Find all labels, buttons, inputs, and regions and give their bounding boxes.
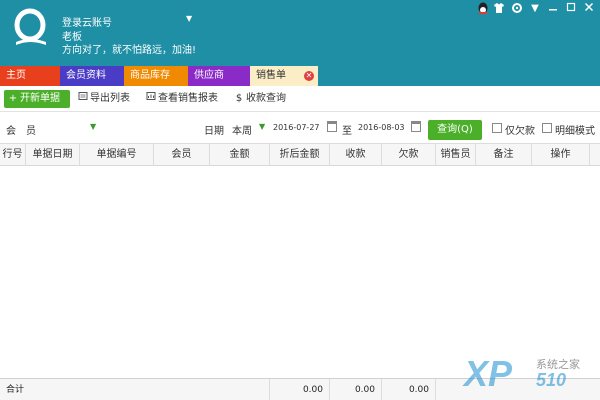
tab-members[interactable]: 会员资料 — [60, 66, 124, 86]
period-select[interactable]: 本周 — [232, 122, 252, 137]
export-list-button[interactable]: 导出列表 — [78, 90, 130, 108]
calendar-icon[interactable] — [327, 121, 337, 132]
column-header[interactable]: 欠款 — [382, 144, 436, 166]
view-report-button[interactable]: 查看销售报表 — [146, 90, 218, 108]
column-header[interactable]: 行号 — [0, 144, 26, 166]
table-body[interactable] — [0, 166, 600, 378]
owed-only-label: 仅欠款 — [505, 126, 535, 137]
account-dropdown-icon[interactable]: ▼ — [186, 14, 192, 23]
owed-total: 0.00 — [382, 379, 436, 400]
export-list-label: 导出列表 — [90, 93, 130, 104]
detail-mode-checkbox[interactable] — [542, 123, 552, 133]
column-header[interactable]: 金额 — [210, 144, 270, 166]
column-header[interactable]: 操作 — [532, 144, 590, 166]
member-label: 会 员 — [6, 126, 36, 137]
export-icon — [78, 90, 88, 108]
app-logo — [14, 8, 46, 45]
cloud-login-link[interactable]: 登录云账号 — [62, 14, 112, 29]
tab-bar: 主页 会员资料 商品库存 供应商 销售单 ✕ — [0, 64, 600, 86]
column-header[interactable]: 收款 — [330, 144, 382, 166]
period-dropdown-icon[interactable]: ▼ — [259, 122, 265, 131]
tab-sales-order[interactable]: 销售单 ✕ — [250, 66, 318, 86]
member-dropdown-icon[interactable]: ▼ — [90, 122, 96, 131]
toolbar: + 开新单据 导出列表 查看销售报表 $ 收款查询 — [0, 86, 600, 112]
tab-close-icon[interactable]: ✕ — [304, 71, 314, 81]
settings-icon[interactable] — [510, 2, 524, 16]
tab-suppliers[interactable]: 供应商 — [188, 66, 250, 86]
column-header[interactable]: 单据日期 — [26, 144, 80, 166]
view-report-label: 查看销售报表 — [158, 93, 218, 104]
query-button[interactable]: 查询(Q) — [428, 120, 482, 140]
minimize-icon[interactable] — [546, 2, 560, 16]
menu-dropdown-icon[interactable]: ▼ — [528, 2, 542, 16]
shirt-icon[interactable] — [492, 2, 506, 16]
discounted-total: 0.00 — [270, 379, 330, 400]
watermark-site-name: 系统之家 — [536, 357, 580, 371]
received-total: 0.00 — [330, 379, 382, 400]
collect-query-label: 收款查询 — [246, 93, 286, 104]
new-order-button[interactable]: + 开新单据 — [4, 90, 70, 108]
collect-query-button[interactable]: $ 收款查询 — [234, 90, 286, 108]
dollar-icon: $ — [235, 93, 243, 104]
site-watermark: XP 系统之家 510 — [462, 353, 580, 394]
owed-only-checkbox[interactable] — [492, 123, 502, 133]
calendar-icon[interactable] — [411, 121, 421, 132]
table-header: 行号 单据日期 单据编号 会员 金额 折后金额 收款 欠款 销售员 备注 操作 — [0, 144, 600, 166]
report-icon — [146, 90, 156, 108]
column-header[interactable]: 折后金额 — [270, 144, 330, 166]
watermark-site-num: 510 — [536, 370, 566, 390]
app-header: 登录云账号 ▼ 老板 方向对了，就不怕路远，加油! ▼ — [0, 0, 600, 64]
filter-bar: 会 员 ▼ 日期 本周 ▼ 2016-07-27 至 2016-08-03 查询… — [0, 112, 600, 144]
column-header[interactable]: 销售员 — [436, 144, 476, 166]
detail-mode-label: 明细模式 — [555, 126, 595, 137]
column-header[interactable]: 会员 — [154, 144, 210, 166]
maximize-icon[interactable] — [564, 2, 578, 16]
plus-icon: + — [8, 93, 18, 104]
total-label: 合计 — [0, 379, 270, 400]
slogan-text: 方向对了，就不怕路远，加油! — [62, 45, 197, 56]
date-label: 日期 — [204, 126, 224, 137]
tab-sales-order-label: 销售单 — [256, 70, 286, 81]
date-to-input[interactable]: 2016-08-03 — [358, 123, 405, 132]
to-label: 至 — [342, 126, 352, 137]
new-order-label: 开新单据 — [20, 93, 60, 104]
qq-icon[interactable] — [476, 2, 490, 16]
column-header[interactable]: 备注 — [476, 144, 532, 166]
watermark-brand: XP — [462, 353, 513, 394]
tab-home[interactable]: 主页 — [0, 66, 60, 86]
column-header[interactable]: 单据编号 — [80, 144, 154, 166]
tab-inventory[interactable]: 商品库存 — [124, 66, 188, 86]
date-from-input[interactable]: 2016-07-27 — [273, 123, 320, 132]
close-icon[interactable] — [582, 2, 596, 16]
